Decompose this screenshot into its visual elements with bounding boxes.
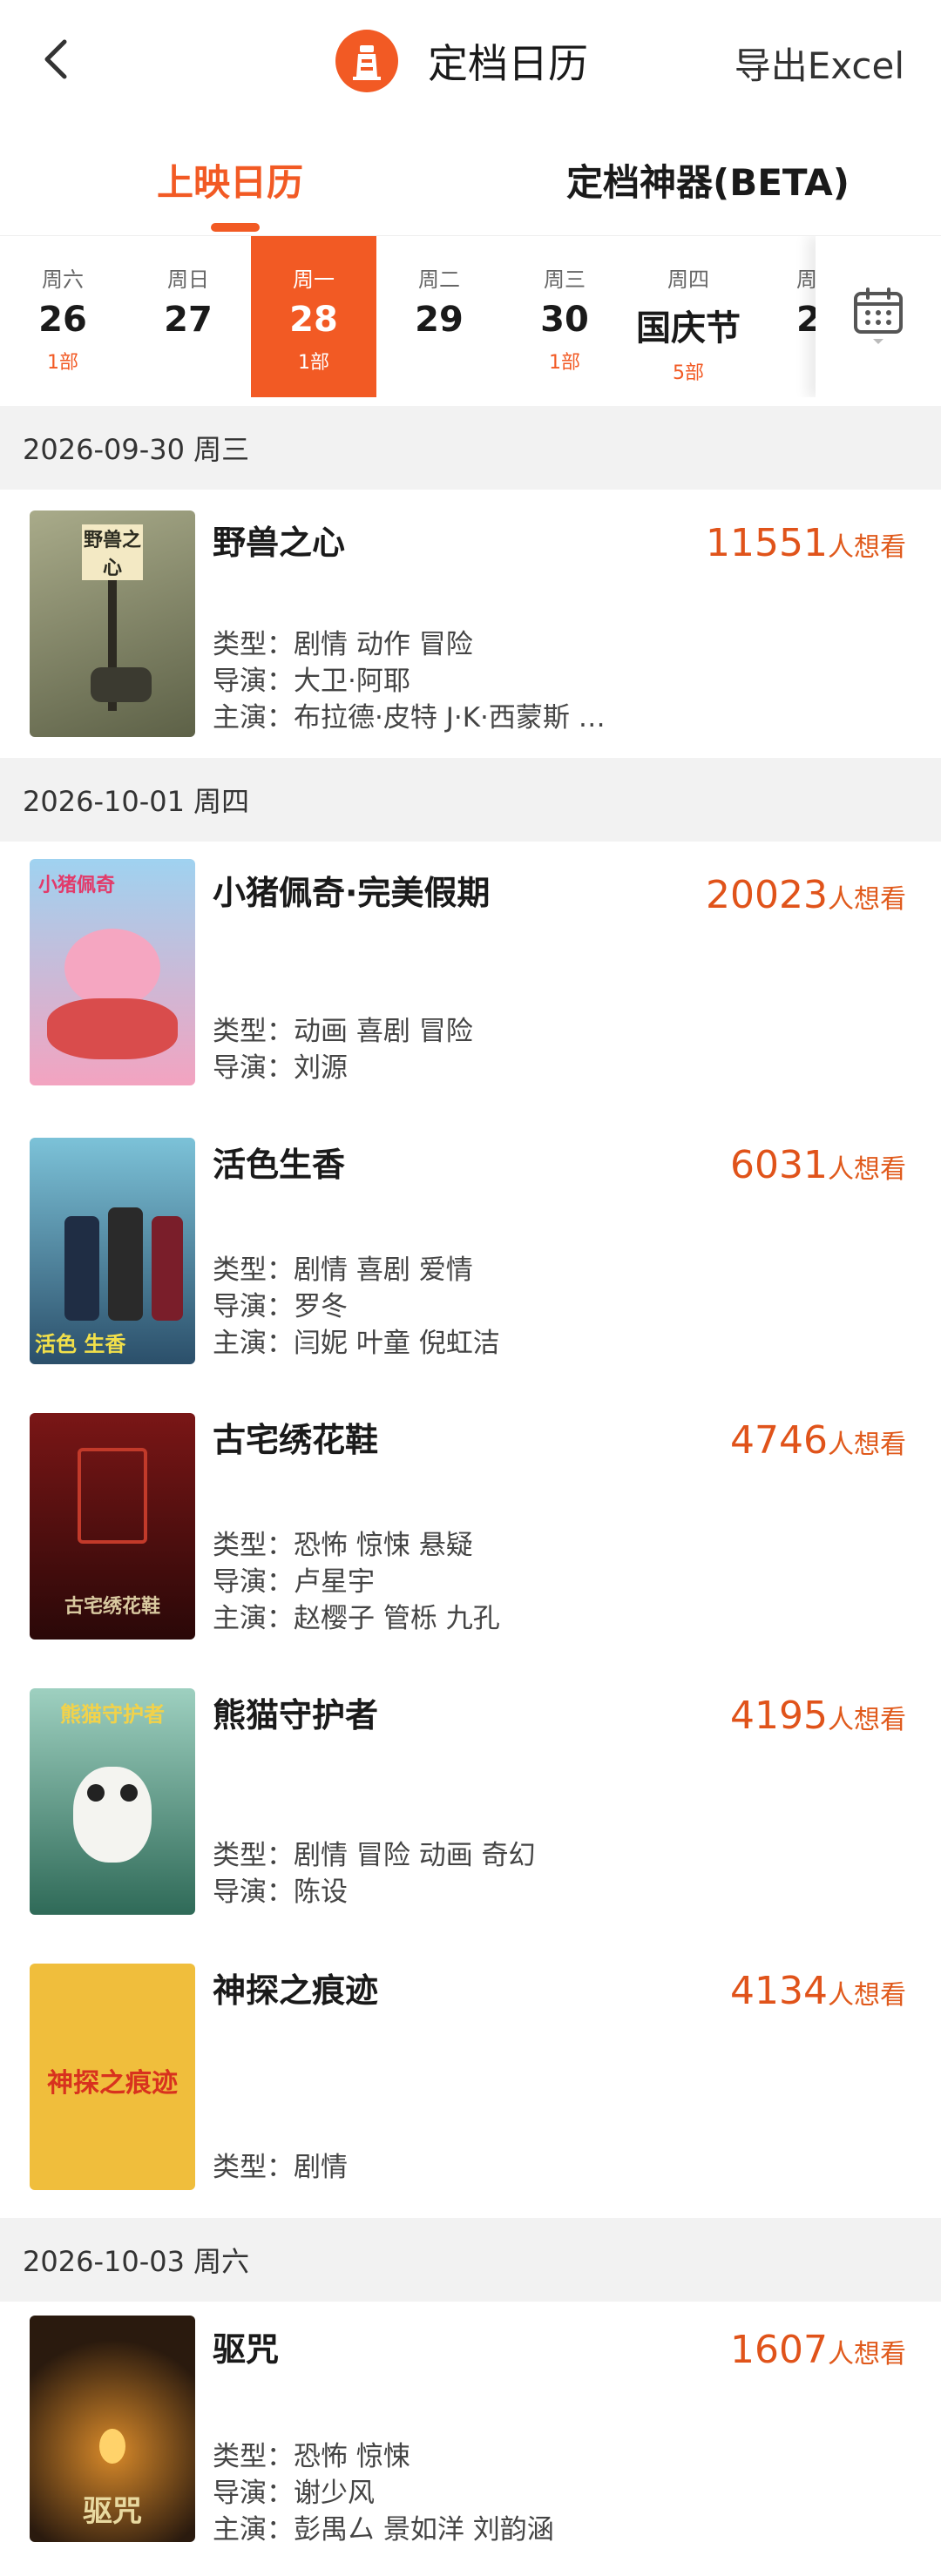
movie-genre: 类型：恐怖 惊悚	[213, 2441, 410, 2472]
date-weekday: 周二	[418, 267, 460, 292]
want-count: 6031人想看	[730, 1143, 906, 1187]
movie-poster: 神探之痕迹	[30, 1964, 195, 2190]
movie-item[interactable]: 古宅绣花鞋 古宅绣花鞋 4746人想看 类型：恐怖 惊悚 悬疑 导演：卢星宇 主…	[0, 1392, 941, 1667]
date-count: 5部	[673, 362, 704, 384]
date-section-header: 2026-09-30 周三	[0, 406, 941, 490]
want-count: 1607人想看	[730, 2328, 906, 2372]
movie-poster: 活色 生香	[30, 1138, 195, 1364]
movie-title[interactable]: 野兽之心	[213, 516, 345, 564]
date-section-header: 2026-10-03 周六	[0, 2218, 941, 2302]
active-tab-indicator	[211, 223, 260, 232]
date-weekday: 周日	[167, 267, 209, 292]
export-excel-button[interactable]: 导出Excel	[735, 37, 904, 90]
tab-release-calendar[interactable]: 上映日历	[157, 153, 303, 206]
date-cell[interactable]: 周六 26 1部	[0, 236, 125, 397]
movie-genre: 类型：剧情 动作 冒险	[213, 629, 473, 660]
movie-poster: 古宅绣花鞋	[30, 1413, 195, 1640]
movie-cast: 主演：布拉德·皮特 J·K·西蒙斯 …	[213, 702, 606, 734]
movie-title[interactable]: 驱咒	[213, 2322, 279, 2370]
movie-item[interactable]: 驱咒 驱咒 1607人想看 类型：恐怖 惊悚 导演：谢少风 主演：彭禺厶 景如洋…	[0, 2302, 941, 2576]
date-day: 30	[540, 300, 589, 340]
movie-cast: 主演：闫妮 叶童 倪虹洁	[213, 1328, 500, 1359]
movie-item[interactable]: 小猪佩奇 小猪佩奇·完美假期 20023人想看 类型：动画 喜剧 冒险 导演：刘…	[0, 842, 941, 1117]
movie-genre: 类型：动画 喜剧 冒险	[213, 1016, 473, 1047]
want-count: 4134人想看	[730, 1969, 906, 2013]
movie-poster: 驱咒	[30, 2316, 195, 2542]
movie-genre: 类型：剧情 喜剧 爱情	[213, 1254, 473, 1286]
date-weekday: 周六	[42, 267, 84, 292]
want-count: 4746人想看	[730, 1418, 906, 1463]
back-button[interactable]	[35, 33, 78, 85]
movie-genre: 类型：剧情 冒险 动画 奇幻	[213, 1840, 536, 1871]
movie-item[interactable]: 野兽之心 野兽之心 11551人想看 类型：剧情 动作 冒险 导演：大卫·阿耶 …	[0, 490, 941, 758]
date-day: 26	[38, 300, 87, 340]
movie-title[interactable]: 活色生香	[213, 1138, 345, 1186]
top-bar: 定档日历 导出Excel	[0, 0, 941, 124]
date-count: 1部	[298, 352, 329, 374]
date-day: 27	[164, 300, 213, 340]
date-day: 28	[289, 300, 338, 340]
date-weekday: 周一	[293, 267, 335, 292]
chevron-left-icon	[44, 39, 67, 79]
date-weekday: 周三	[544, 267, 586, 292]
calendar-button[interactable]	[816, 236, 941, 397]
movie-poster: 熊猫守护者	[30, 1688, 195, 1915]
movie-director: 导演：罗冬	[213, 1291, 348, 1322]
movie-title[interactable]: 熊猫守护者	[213, 1688, 378, 1736]
movie-cast: 主演：彭禺厶 景如洋 刘韵涵	[213, 2514, 554, 2546]
date-section-header: 2026-10-01 周四	[0, 758, 941, 842]
movie-title[interactable]: 小猪佩奇·完美假期	[213, 866, 490, 914]
movie-item[interactable]: 活色 生香 活色生香 6031人想看 类型：剧情 喜剧 爱情 导演：罗冬 主演：…	[0, 1117, 941, 1392]
movie-director: 导演：陈设	[213, 1876, 348, 1908]
lighthouse-logo-icon	[335, 30, 398, 92]
movie-director: 导演：卢星宇	[213, 1566, 375, 1598]
movie-director: 导演：谢少风	[213, 2478, 375, 2509]
tab-bar: 上映日历 定档神器(BETA)	[0, 139, 941, 235]
page-title: 定档日历	[428, 40, 588, 87]
movie-poster: 小猪佩奇	[30, 859, 195, 1085]
date-cell[interactable]: 周四 国庆节 5部	[627, 236, 749, 397]
movie-poster: 野兽之心	[30, 510, 195, 737]
movie-genre: 类型：恐怖 惊悚 悬疑	[213, 1530, 473, 1561]
date-cell[interactable]: 周二 29	[376, 236, 502, 397]
movie-director: 导演：刘源	[213, 1052, 348, 1084]
movie-title[interactable]: 神探之痕迹	[213, 1964, 378, 2011]
movie-director: 导演：大卫·阿耶	[213, 666, 410, 697]
want-count: 11551人想看	[706, 521, 906, 565]
date-cell[interactable]: 周三 30 1部	[502, 236, 627, 397]
movie-item[interactable]: 神探之痕迹 神探之痕迹 4134人想看 类型：剧情	[0, 1943, 941, 2218]
date-weekday: 周四	[667, 267, 709, 292]
date-day: 国庆节	[636, 308, 741, 348]
date-day: 29	[415, 300, 464, 340]
movie-title[interactable]: 古宅绣花鞋	[213, 1413, 378, 1461]
movie-cast: 主演：赵樱子 管栎 九孔	[213, 1603, 500, 1634]
date-cell-selected[interactable]: 周一 28 1部	[251, 236, 376, 397]
date-strip[interactable]: 周六 26 1部 周日 27 周一 28 1部 周二 29 周三 30 1部 周…	[0, 235, 941, 397]
title-group: 定档日历	[335, 26, 588, 96]
tab-schedule-tool[interactable]: 定档神器(BETA)	[566, 153, 850, 206]
date-count: 1部	[549, 352, 580, 374]
movie-item[interactable]: 熊猫守护者 熊猫守护者 4195人想看 类型：剧情 冒险 动画 奇幻 导演：陈设	[0, 1667, 941, 1943]
movie-genre: 类型：剧情	[213, 2152, 348, 2183]
want-count: 20023人想看	[706, 873, 906, 917]
want-count: 4195人想看	[730, 1694, 906, 1738]
date-cell[interactable]: 周日 27	[125, 236, 251, 397]
calendar-icon	[854, 287, 903, 344]
date-count: 1部	[47, 352, 78, 374]
